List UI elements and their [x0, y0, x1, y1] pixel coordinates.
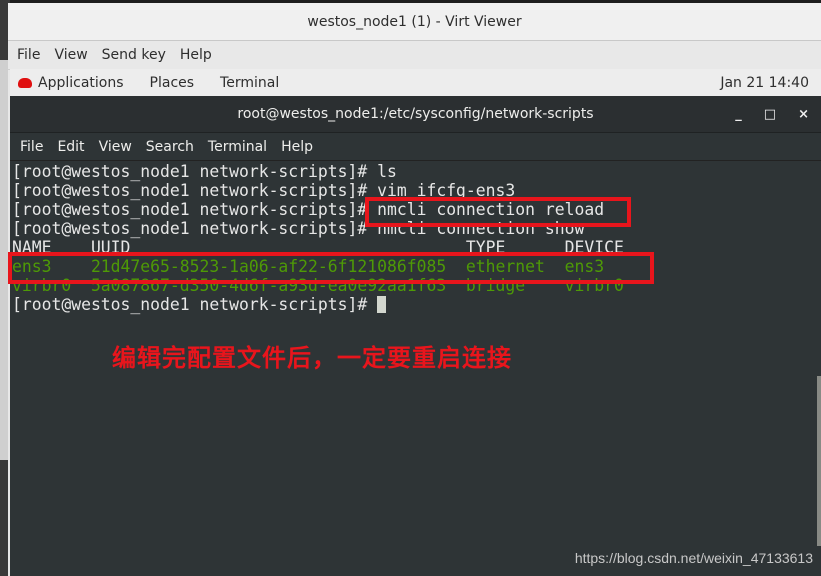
cursor	[377, 296, 387, 313]
watermark: https://blog.csdn.net/weixin_47133613	[574, 550, 813, 566]
viewer-menubar: File View Send key Help	[8, 41, 821, 70]
terminal-menubar: File Edit View Search Terminal Help	[10, 133, 821, 161]
term-menu-search[interactable]: Search	[146, 139, 194, 155]
menu-view[interactable]: View	[54, 47, 87, 63]
menu-file[interactable]: File	[17, 47, 40, 63]
prompt: [root@westos_node1 network-scripts]#	[12, 295, 378, 314]
panel-clock[interactable]: Jan 21 14:40	[720, 75, 809, 91]
menu-send-key[interactable]: Send key	[102, 47, 166, 63]
virt-viewer-window: westos_node1 (1) - Virt Viewer File View…	[8, 3, 821, 576]
window-title: westos_node1 (1) - Virt Viewer	[8, 3, 821, 41]
terminal-titlebar: root@westos_node1:/etc/sysconfig/network…	[10, 96, 821, 133]
term-menu-view[interactable]: View	[99, 139, 132, 155]
panel-terminal[interactable]: Terminal	[220, 75, 279, 91]
close-button[interactable]: ×	[798, 107, 809, 122]
panel-places[interactable]: Places	[150, 75, 195, 91]
terminal-output[interactable]: [root@westos_node1 network-scripts]# ls […	[12, 162, 634, 314]
term-menu-file[interactable]: File	[20, 139, 43, 155]
menu-help[interactable]: Help	[180, 47, 212, 63]
terminal-title: root@westos_node1:/etc/sysconfig/network…	[237, 106, 594, 122]
redhat-logo-icon	[18, 77, 32, 88]
terminal-line: [root@westos_node1 network-scripts]# ls	[12, 162, 397, 181]
panel-applications[interactable]: Applications	[38, 75, 124, 91]
minimize-button[interactable]: _	[735, 107, 742, 122]
scrollbar[interactable]	[817, 376, 821, 546]
term-menu-help[interactable]: Help	[281, 139, 313, 155]
term-menu-edit[interactable]: Edit	[57, 139, 84, 155]
term-menu-terminal[interactable]: Terminal	[208, 139, 267, 155]
highlight-box-ens3	[8, 252, 654, 284]
maximize-button[interactable]: □	[764, 107, 776, 122]
highlight-box-reload	[365, 197, 631, 227]
gnome-top-panel: Applications Places Terminal Jan 21 14:4…	[10, 69, 821, 96]
annotation-text: 编辑完配置文件后，一定要重启连接	[112, 344, 512, 372]
prompt-line: [root@westos_node1 network-scripts]#	[12, 295, 634, 314]
terminal-window: root@westos_node1:/etc/sysconfig/network…	[8, 96, 821, 576]
